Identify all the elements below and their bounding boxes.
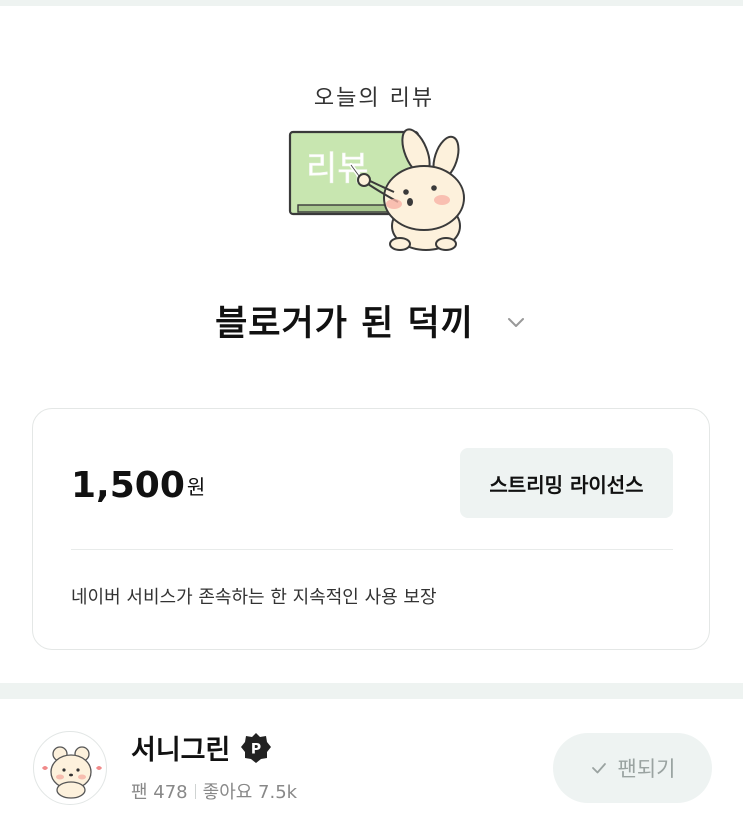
fans-count: 팬 478 [131,782,188,803]
blogger-name[interactable]: 서니그린 [131,728,230,767]
license-card: 1,500 원 스트리밍 라이선스 네이버 서비스가 존속하는 한 지속적인 사용… [32,408,710,650]
sticker-illustration: 리뷰 [288,128,465,251]
post-title: 블로거가 된 덕끼 [215,303,474,344]
post-title-row: 블로거가 된 덕끼 [0,290,743,350]
checkmark-icon [591,763,606,774]
avatar-bear-icon [42,746,102,799]
likes-count: 좋아요 7.5k [202,782,298,803]
review-sticker: 오늘의 리뷰 리뷰 [276,80,472,256]
fan-button-label: 팬되기 [617,757,676,781]
blogger-name-row: 서니그린 P [131,728,272,767]
power-badge-icon: P [241,732,272,763]
price: 1,500 원 [71,465,205,506]
card-divider [71,549,673,550]
top-divider-strip [0,0,743,6]
section-divider-band [0,683,743,699]
blogger-stats: 팬 478 좋아요 7.5k [131,778,297,804]
become-fan-button[interactable]: 팬되기 [553,733,712,803]
stats-separator [194,783,196,799]
price-amount: 1,500 [71,465,185,506]
license-note: 네이버 서비스가 존속하는 한 지속적인 사용 보장 [71,587,437,608]
avatar[interactable] [33,731,107,805]
badge-letter: P [251,741,261,757]
price-unit: 원 [186,475,206,499]
chevron-down-icon[interactable] [504,310,528,334]
streaming-license-button[interactable]: 스트리밍 라이선스 [460,448,673,518]
